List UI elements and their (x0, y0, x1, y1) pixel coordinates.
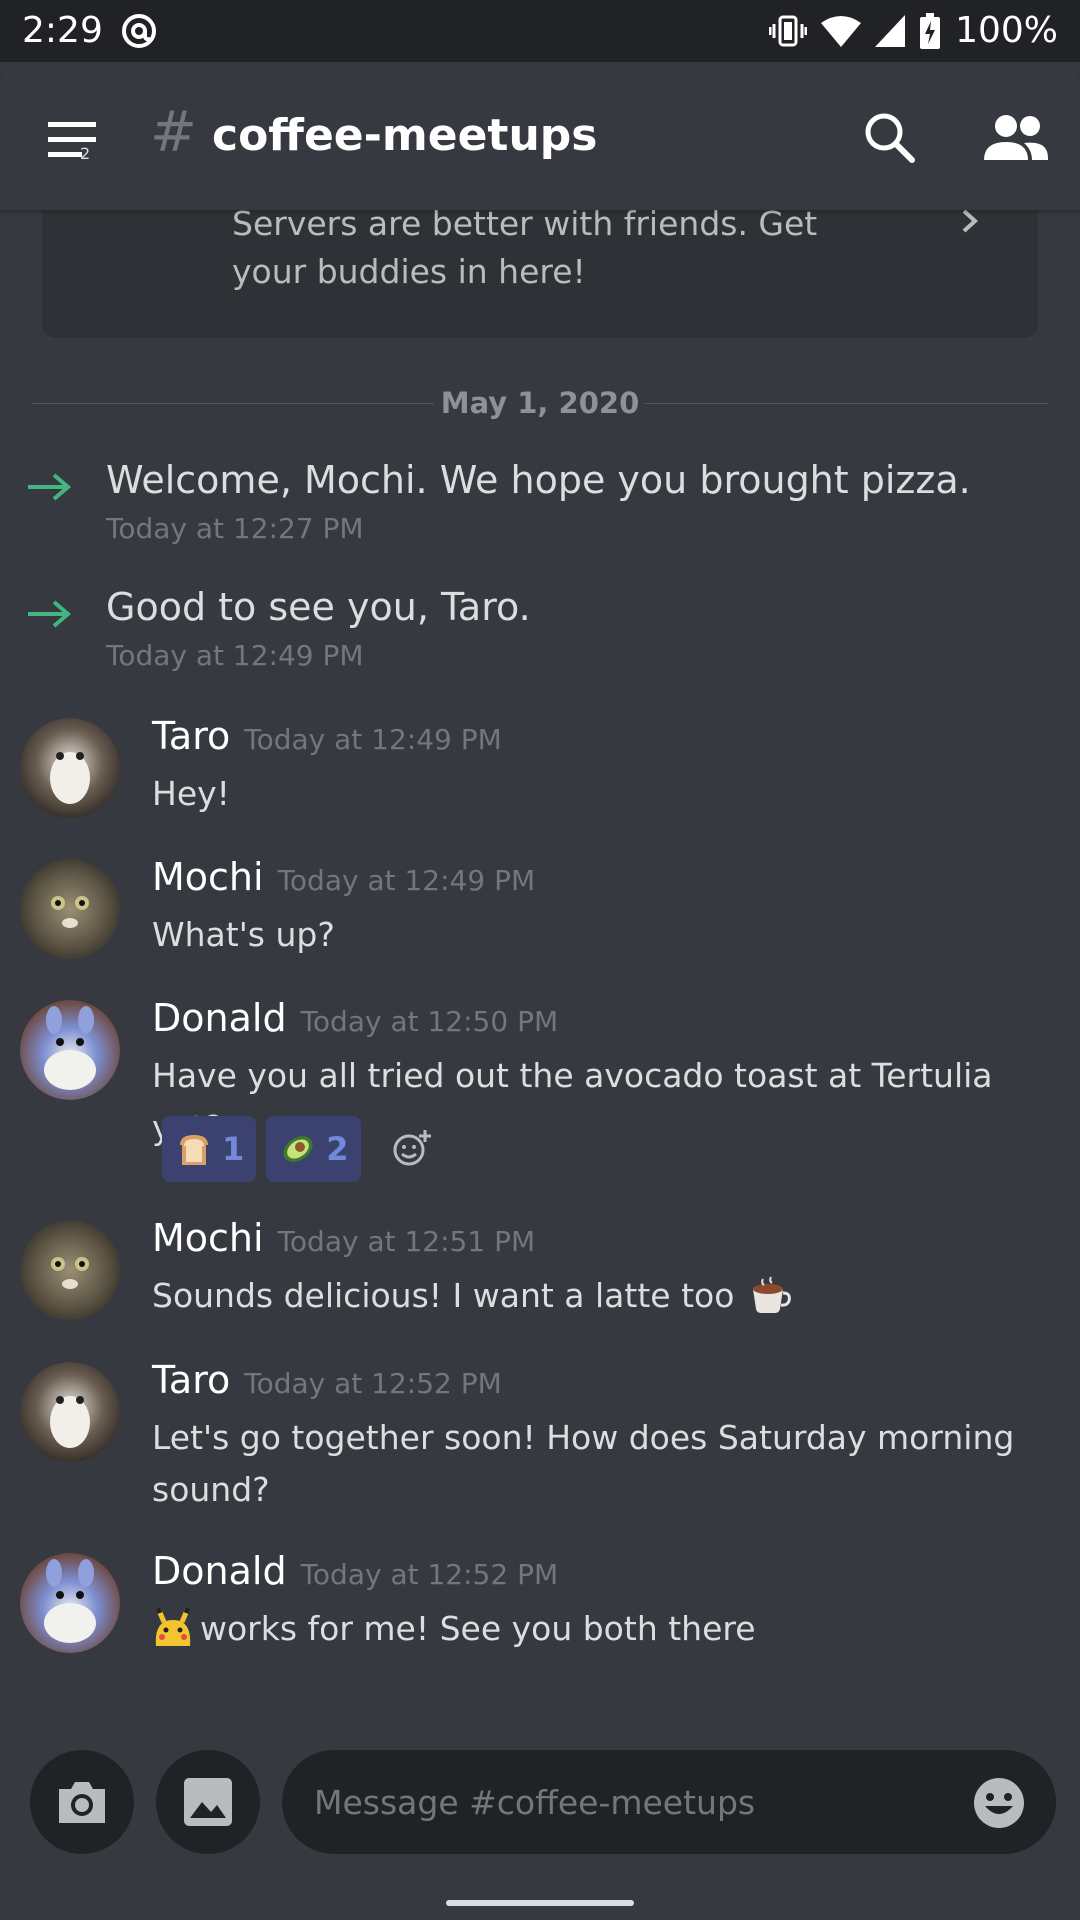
invite-card-text: Servers are better with friends. Get you… (232, 204, 818, 291)
message-author[interactable]: Mochi (152, 1216, 264, 1260)
divider-line-right (644, 403, 1048, 404)
menu-icon[interactable] (40, 114, 112, 186)
message-content: works for me! See you both there (152, 1603, 1032, 1655)
message-time: Today at 12:52 PM (244, 1367, 502, 1400)
join-arrow-icon (28, 473, 72, 501)
reaction-count: 2 (326, 1130, 349, 1168)
join-arrow-icon (28, 600, 72, 628)
message-author[interactable]: Taro (152, 1358, 230, 1402)
message-input-placeholder: Message #coffee-meetups (314, 1782, 756, 1822)
status-bar: 2:29 100% (0, 0, 1080, 62)
system-message-time: Today at 12:27 PM (106, 512, 364, 545)
search-icon[interactable] (862, 110, 918, 166)
message-time: Today at 12:49 PM (244, 723, 502, 756)
camera-icon (59, 1782, 105, 1823)
home-indicator[interactable] (446, 1900, 634, 1906)
status-time: 2:29 (22, 10, 103, 51)
members-icon[interactable] (984, 112, 1048, 166)
message-text: works for me! See you both there (200, 1609, 756, 1648)
system-message-text: Good to see you, Taro. (106, 585, 531, 629)
message-text: Let's go together soon! How does Saturda… (152, 1418, 1015, 1509)
system-message-time: Today at 12:49 PM (106, 639, 364, 672)
avocado-emoji (283, 1136, 313, 1162)
pikachu-emoji (155, 1607, 191, 1646)
at-icon (122, 14, 156, 48)
reactions-bar: 1 2 (162, 1116, 433, 1182)
wifi-icon (821, 15, 862, 47)
message-text: What's up? (152, 915, 335, 954)
add-reaction-icon[interactable] (391, 1128, 433, 1170)
reaction-bread[interactable]: 1 (162, 1116, 257, 1182)
message-text: Sounds delicious! I want a latte too (152, 1276, 735, 1315)
emoji-icon[interactable] (972, 1776, 1026, 1830)
battery-percent: 100% (955, 10, 1058, 51)
date-divider: May 1, 2020 (32, 386, 1048, 426)
message-composer: Message #coffee-meetups (0, 1750, 1080, 1860)
bread-emoji (180, 1135, 208, 1165)
message-time: Today at 12:52 PM (300, 1558, 559, 1591)
message-input[interactable]: Message #coffee-meetups (282, 1750, 1056, 1854)
image-icon (184, 1778, 232, 1826)
message-text: Hey! (152, 774, 230, 813)
avatar-taro[interactable] (20, 1362, 120, 1462)
message-author[interactable]: Taro (152, 714, 230, 758)
coffee-emoji (752, 1276, 791, 1313)
vibrate-icon (769, 15, 808, 46)
system-message-text: Welcome, Mochi. We hope you brought pizz… (106, 458, 971, 502)
signal-icon (875, 14, 906, 47)
reaction-count: 1 (222, 1130, 245, 1168)
hash-icon: # (150, 100, 197, 165)
avatar-mochi[interactable] (20, 1220, 120, 1320)
message-time: Today at 12:51 PM (277, 1225, 536, 1258)
message-author[interactable]: Mochi (152, 855, 264, 899)
channel-name: coffee-meetups (212, 110, 598, 161)
reaction-avocado[interactable]: 2 (266, 1116, 361, 1182)
avatar-donald[interactable] (20, 1553, 120, 1653)
message-author[interactable]: Donald (152, 996, 287, 1040)
unread-badge: 2 (80, 144, 91, 163)
battery-charging-icon (920, 12, 941, 49)
avatar-mochi[interactable] (20, 859, 120, 959)
message-time: Today at 12:49 PM (277, 864, 536, 897)
message-time: Today at 12:50 PM (300, 1005, 559, 1038)
gallery-button[interactable] (156, 1750, 260, 1854)
avatar-donald[interactable] (20, 1000, 120, 1100)
camera-button[interactable] (30, 1750, 134, 1854)
message-author[interactable]: Donald (152, 1549, 287, 1593)
chevron-right-icon (962, 209, 978, 233)
message-content: Sounds delicious! I want a latte too (152, 1270, 1032, 1322)
avatar-taro[interactable] (20, 718, 120, 818)
